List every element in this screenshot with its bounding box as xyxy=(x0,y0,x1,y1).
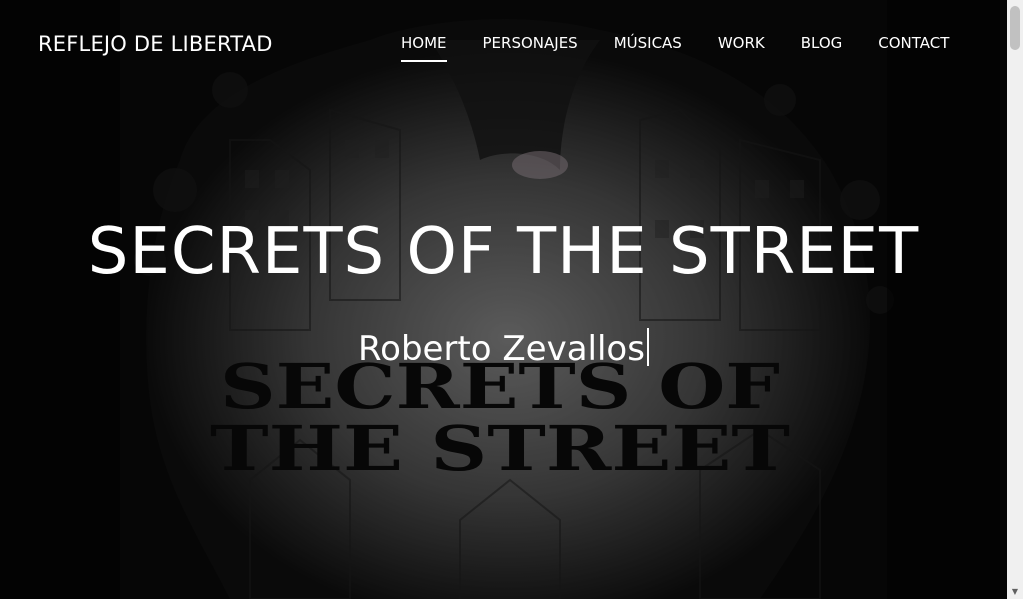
scroll-down-arrow-icon[interactable]: ▼ xyxy=(1007,583,1023,599)
hero-subtitle-text: Roberto Zevallos xyxy=(358,329,645,369)
nav-item-work[interactable]: WORK xyxy=(718,34,765,62)
hero-title: SECRETS OF THE STREET xyxy=(87,215,920,289)
nav-menu: HOME PERSONAJES MÚSICAS WORK BLOG CONTAC… xyxy=(401,34,949,62)
scrollbar-thumb[interactable] xyxy=(1010,6,1020,50)
nav-item-musicas[interactable]: MÚSICAS xyxy=(614,34,682,62)
nav-item-contact[interactable]: CONTACT xyxy=(878,34,949,62)
typing-cursor xyxy=(646,328,649,366)
nav-item-blog[interactable]: BLOG xyxy=(801,34,843,62)
nav-item-personajes[interactable]: PERSONAJES xyxy=(483,34,578,62)
brand-logo-link[interactable]: REFLEJO DE LIBERTAD xyxy=(38,32,273,56)
nav-item-home[interactable]: HOME xyxy=(401,34,447,62)
hero-section: SECRETS OF THE STREET REFLEJO DE LIBERTA… xyxy=(0,0,1007,599)
navbar: REFLEJO DE LIBERTAD HOME PERSONAJES MÚSI… xyxy=(0,0,1007,90)
hero-subtitle-typed: Roberto Zevallos xyxy=(0,326,1007,372)
page: SECRETS OF THE STREET REFLEJO DE LIBERTA… xyxy=(0,0,1023,599)
page-scrollbar[interactable]: ▲ ▼ xyxy=(1007,0,1023,599)
